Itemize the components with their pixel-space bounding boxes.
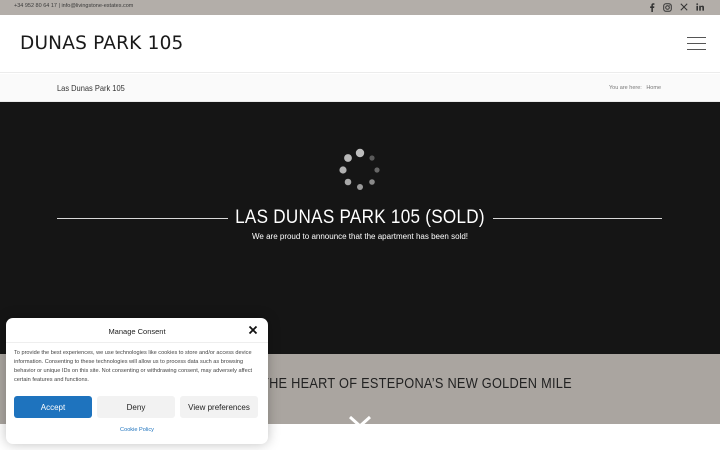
- breadcrumb-home-link[interactable]: Home: [646, 85, 661, 91]
- deny-button[interactable]: Deny: [97, 396, 175, 418]
- consent-buttons: Accept Deny View preferences: [14, 396, 258, 418]
- chevron-down-icon[interactable]: [348, 416, 372, 430]
- page: +34 952 80 64 17 | info@livingstone-esta…: [0, 0, 720, 450]
- site-logo[interactable]: DUNAS PARK 105: [20, 33, 184, 54]
- site-header: DUNAS PARK 105: [0, 15, 720, 73]
- view-preferences-button[interactable]: View preferences: [180, 396, 258, 418]
- consent-message: To provide the best experiences, we use …: [14, 350, 253, 383]
- hero-section: LAS DUNAS PARK 105 (SOLD) We are proud t…: [0, 102, 720, 354]
- linkedin-icon[interactable]: [695, 2, 704, 12]
- hero-title: LAS DUNAS PARK 105 (SOLD): [235, 207, 485, 228]
- cookie-consent-dialog: Manage Consent To provide the best exper…: [6, 318, 268, 444]
- hero-subtitle: We are proud to announce that the apartm…: [252, 232, 468, 241]
- page-title: Las Dunas Park 105: [57, 83, 125, 93]
- consent-divider: [6, 342, 268, 343]
- close-icon[interactable]: [248, 325, 258, 335]
- contact-info[interactable]: +34 952 80 64 17 | info@livingstone-esta…: [14, 3, 133, 9]
- hamburger-icon[interactable]: [687, 37, 706, 50]
- breadcrumb-prefix: You are here:: [608, 85, 642, 91]
- accept-button[interactable]: Accept: [14, 396, 92, 418]
- page-title-bar: Las Dunas Park 105 You are here: Home: [0, 74, 720, 102]
- x-icon[interactable]: [679, 2, 688, 12]
- instagram-icon[interactable]: [663, 2, 672, 12]
- top-bar: +34 952 80 64 17 | info@livingstone-esta…: [0, 0, 720, 15]
- consent-title: Manage Consent: [108, 327, 166, 336]
- social-links: [647, 2, 704, 12]
- breadcrumb: You are here: Home: [609, 85, 661, 91]
- facebook-icon[interactable]: [647, 2, 656, 12]
- cookie-policy-link[interactable]: Cookie Policy: [6, 427, 268, 433]
- loading-spinner-icon: [339, 148, 380, 190]
